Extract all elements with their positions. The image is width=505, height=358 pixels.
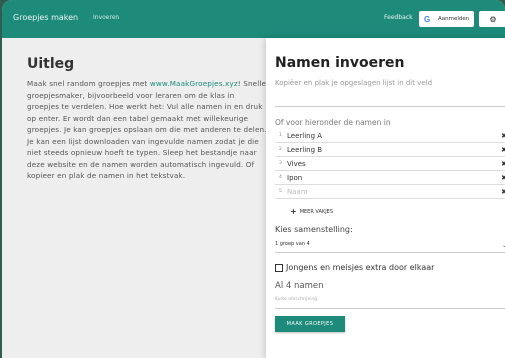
make-groups-button[interactable]: MAAK GROEPJES (275, 316, 345, 332)
google-icon: G (424, 14, 431, 24)
more-fields-label: MEER VAKJES (299, 208, 334, 215)
paste-placeholder: Kopiëer en plak je opgeslagen lijst in d… (275, 79, 433, 87)
name-row-empty: 5 Naam ✖ (275, 185, 505, 199)
delete-icon[interactable]: ✖ (501, 160, 505, 168)
name-input-empty[interactable]: Naam (287, 188, 505, 196)
delete-icon[interactable]: ✖ (501, 146, 505, 154)
name-input[interactable]: Leerling B (287, 146, 505, 154)
name-input[interactable]: Ipon (287, 174, 505, 182)
explanation-body: ! Snelle groepjesmaker, bijvoorbeeld voo… (27, 79, 267, 180)
row-number: 3 (279, 161, 282, 166)
composition-select[interactable]: 1 groep van 4 ⌄ (275, 241, 505, 253)
name-row: 3 Vives ✖ (275, 157, 505, 171)
nav-invoeren[interactable]: Invoeren (93, 14, 119, 21)
app-window: Groepjes maken Invoeren Feedback G Aanme… (2, 0, 505, 358)
explanation-intro: Maak snel random groepjes met (27, 79, 150, 88)
description-input[interactable]: Korte omschrijving (275, 297, 505, 309)
description-placeholder: Korte omschrijving (275, 297, 318, 302)
names-list: 1 Leerling A ✖ 2 Leerling B ✖ 3 Vives ✖ … (275, 129, 505, 199)
names-panel: Namen invoeren Kopiëer en plak je opgesl… (266, 38, 505, 358)
composition-value: 1 groep van 4 (275, 241, 310, 247)
gear-icon: ⚙ (489, 14, 497, 24)
login-label: Aanmelden (438, 16, 470, 22)
plus-icon: + (290, 207, 297, 216)
name-input[interactable]: Vives (287, 160, 505, 168)
explanation-title: Uitleg (27, 56, 75, 72)
row-number: 2 (279, 147, 282, 152)
delete-icon[interactable]: ✖ (501, 174, 505, 182)
composition-label: Kies samenstelling: (275, 225, 353, 234)
row-number: 5 (279, 189, 282, 194)
mix-checkbox[interactable] (275, 263, 283, 272)
mix-checkbox-row[interactable]: Jongens en meisjes extra door elkaar (275, 263, 434, 272)
row-number: 4 (279, 175, 282, 180)
paste-textarea[interactable]: Kopiëer en plak je opgeslagen lijst in d… (275, 79, 505, 107)
names-count: Al 4 namen (275, 281, 324, 291)
names-subhead: Of voor hieronder de namen in (275, 118, 391, 127)
name-row: 1 Leerling A ✖ (275, 129, 505, 143)
top-navbar: Groepjes maken Invoeren Feedback G Aanme… (2, 0, 505, 38)
name-row: 4 Ipon ✖ (275, 171, 505, 185)
explanation-text: Maak snel random groepjes met www.MaakGr… (27, 78, 267, 182)
row-number: 1 (279, 133, 282, 138)
feedback-link[interactable]: Feedback (384, 14, 413, 21)
mix-label: Jongens en meisjes extra door elkaar (286, 263, 435, 272)
brand-logo[interactable]: Groepjes maken (13, 13, 78, 22)
panel-title: Namen invoeren (275, 55, 405, 71)
explanation-section: Uitleg Maak snel random groepjes met www… (27, 56, 267, 182)
login-button[interactable]: G Aanmelden (419, 11, 474, 27)
more-fields-button[interactable]: + MEER VAKJES (290, 207, 333, 216)
name-row: 2 Leerling B ✖ (275, 143, 505, 157)
site-link[interactable]: www.MaakGroepjes.xyz (150, 79, 238, 88)
delete-icon[interactable]: ✖ (501, 188, 505, 196)
name-input[interactable]: Leerling A (287, 132, 505, 140)
settings-button[interactable]: ⚙ (479, 11, 505, 27)
delete-icon[interactable]: ✖ (501, 132, 505, 140)
